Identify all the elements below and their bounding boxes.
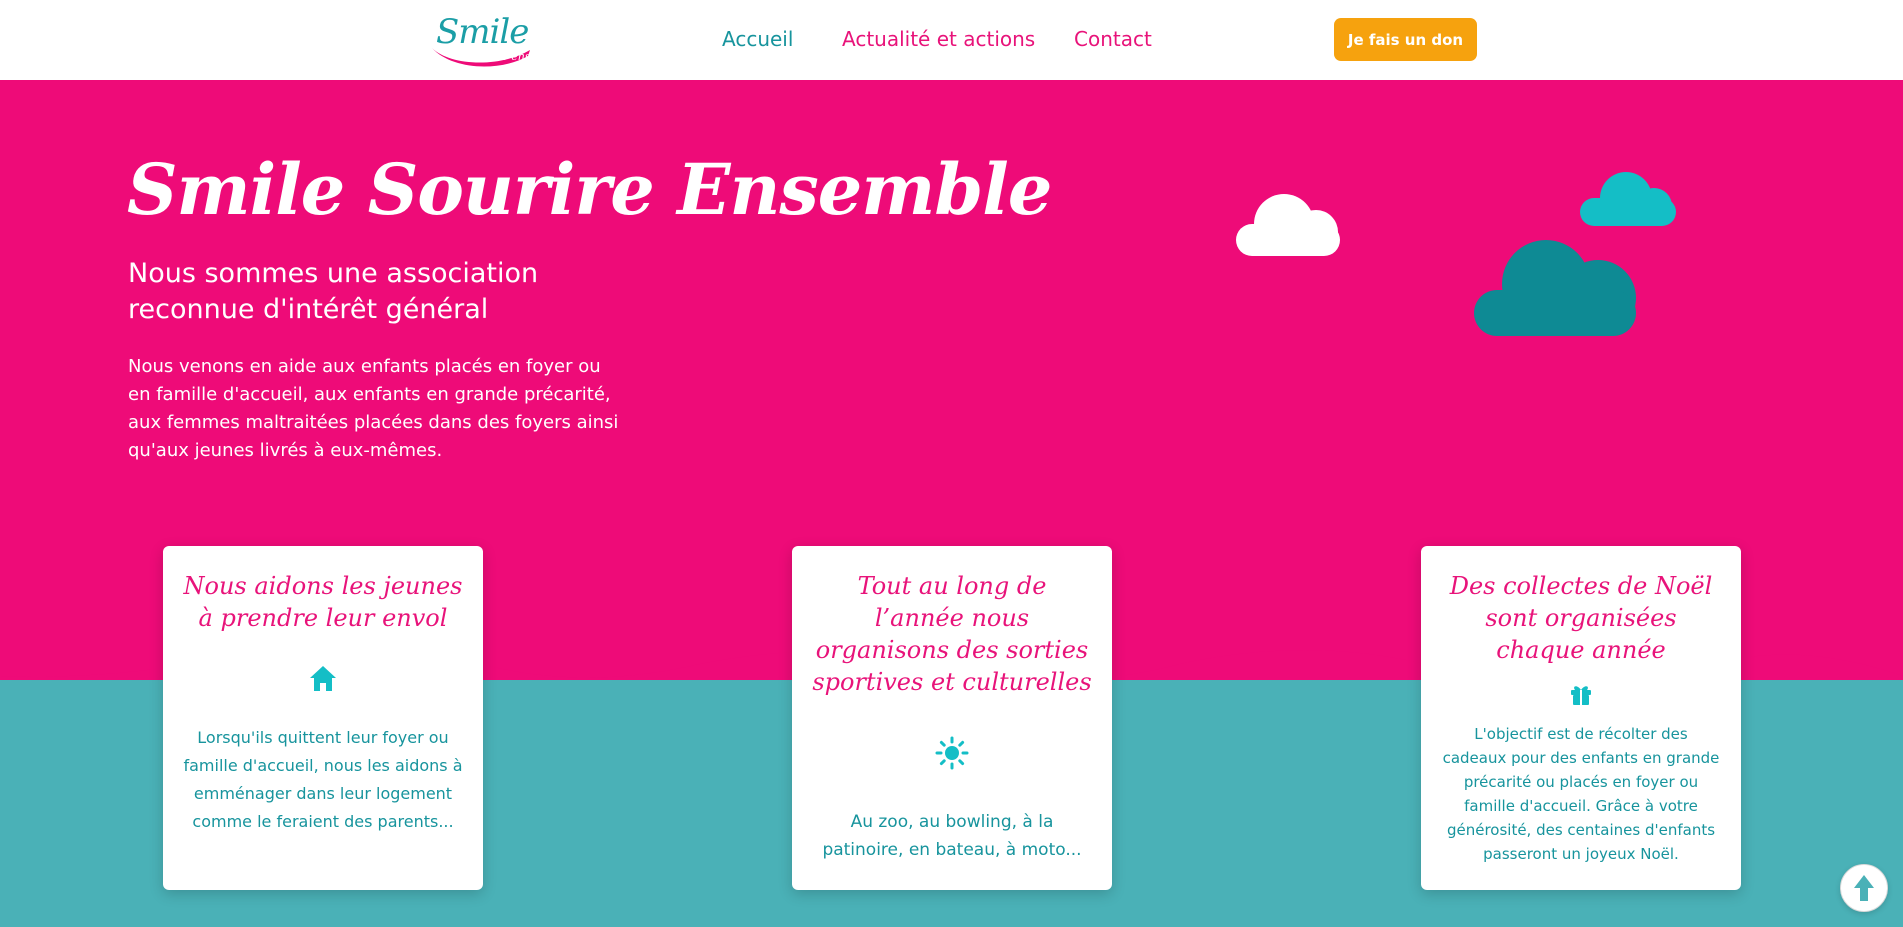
white-cloud-icon: [1236, 194, 1340, 256]
nav-accueil[interactable]: Accueil: [722, 27, 793, 51]
card-title: Nous aidons les jeunes à prendre leur en…: [183, 572, 463, 632]
hero-description: Nous venons en aide aux enfants placés e…: [128, 356, 619, 461]
hero-subtitle: Nous sommes une association reconnue d'i…: [128, 258, 539, 325]
cyan-cloud-icon: [1580, 172, 1676, 226]
nav-actualite-actions[interactable]: Actualité et actions: [842, 27, 1035, 51]
hero-title: Smile Sourire Ensemble: [127, 148, 1052, 231]
arrow-up-icon: [1854, 875, 1874, 901]
card-text: L'objectif est de récolter des cadeaux p…: [1442, 725, 1720, 863]
sun-icon: [792, 736, 1112, 770]
card-title: Des collectes de Noël sont organisées ch…: [1449, 572, 1713, 664]
teal-cloud-icon: [1474, 240, 1636, 336]
scroll-to-top-button[interactable]: [1840, 864, 1888, 912]
gift-icon: [1421, 682, 1741, 706]
home-icon: [163, 664, 483, 692]
card-sorties: Tout au long de l’année nous organisons …: [792, 546, 1112, 890]
card-title: Tout au long de l’année nous organisons …: [812, 572, 1092, 696]
card-envol: Nous aidons les jeunes à prendre leur en…: [163, 546, 483, 890]
card-text: Au zoo, au bowling, à la patinoire, en b…: [822, 812, 1082, 860]
logo[interactable]: Smile Sourire ensemble: [430, 12, 565, 70]
logo-tagline: Sourire ensemble: [466, 50, 565, 63]
donate-button[interactable]: Je fais un don: [1334, 18, 1477, 61]
card-noel: Des collectes de Noël sont organisées ch…: [1421, 546, 1741, 890]
nav-contact[interactable]: Contact: [1074, 27, 1152, 51]
card-text: Lorsqu'ils quittent leur foyer ou famill…: [183, 728, 463, 831]
site-header: Smile Sourire ensemble Accueil Actualité…: [0, 0, 1903, 80]
